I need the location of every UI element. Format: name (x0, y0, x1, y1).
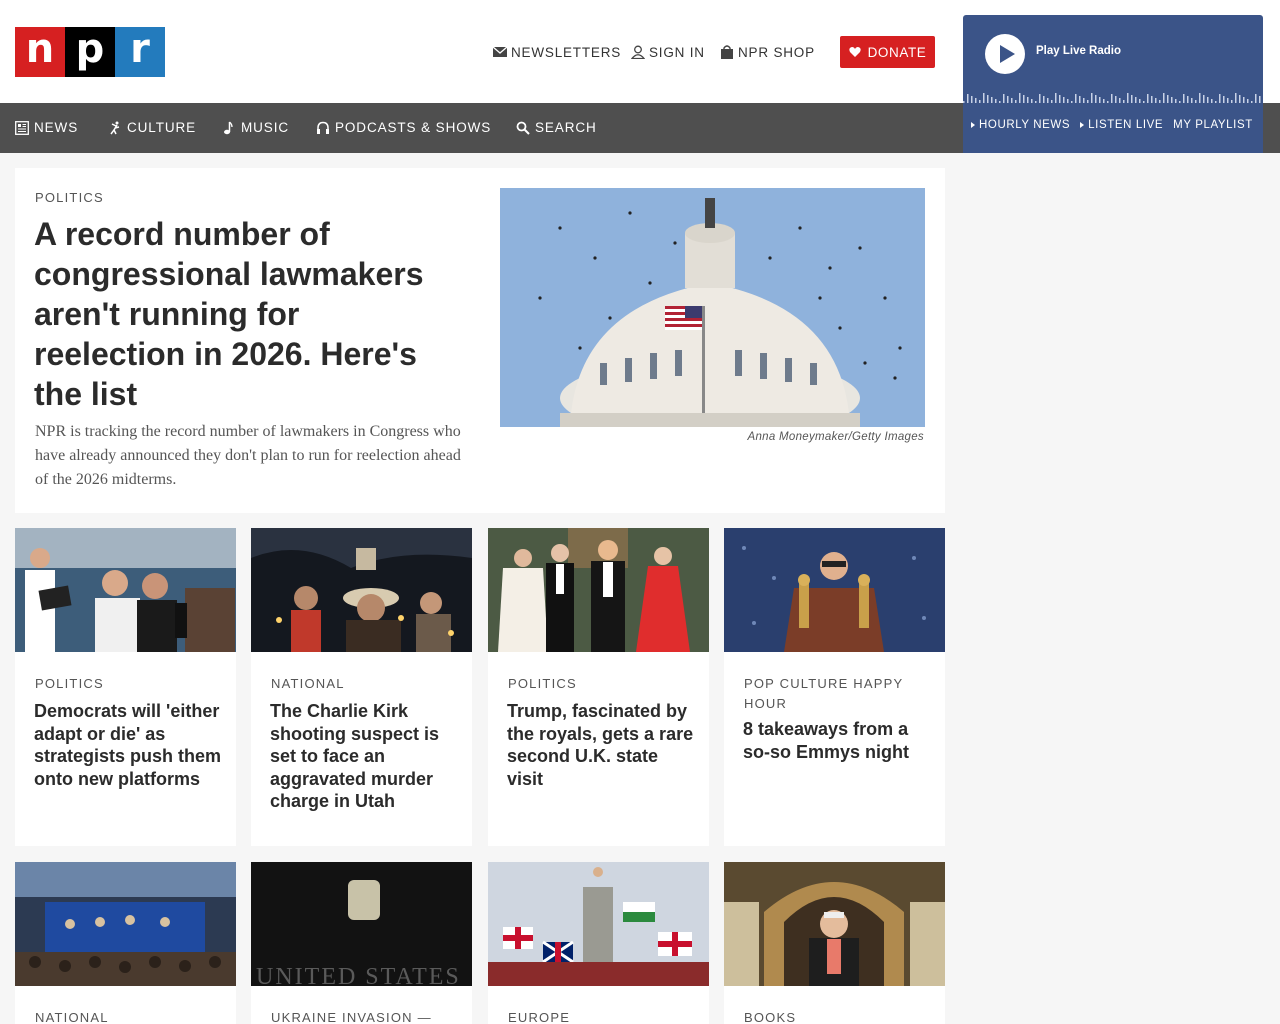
newsletters-link[interactable]: Newsletters (493, 42, 621, 62)
play-triangle-icon (971, 122, 975, 128)
nav-bar-edge (1263, 103, 1280, 153)
shopping-bag-icon (721, 45, 733, 59)
player-links: Hourly News Listen Live My Playlist (963, 119, 1263, 131)
my-playlist-label: My Playlist (1173, 119, 1253, 131)
play-triangle-icon (1080, 122, 1085, 128)
story-kicker[interactable]: Ukraine invasion — (271, 1008, 461, 1024)
nav-culture-label: Culture (127, 120, 197, 135)
play-live-radio-label[interactable]: Play Live Radio (1036, 45, 1121, 57)
story-image[interactable] (488, 528, 709, 652)
hero-story: Politics A record number of congressiona… (15, 168, 945, 513)
dancer-icon (110, 121, 120, 134)
listen-live-link[interactable]: Listen Live (1080, 119, 1163, 131)
nav-item-news[interactable]: News (15, 120, 78, 135)
story-title[interactable]: Democrats will 'either adapt or die' as … (34, 700, 224, 790)
story-image[interactable] (251, 528, 472, 652)
search-icon (516, 121, 530, 135)
story-card[interactable]: UNITED STATES Ukraine invasion — (251, 862, 472, 1024)
npr-shop-label: NPR Shop (738, 44, 815, 60)
heart-icon (848, 47, 861, 57)
svg-text:UNITED STATES: UNITED STATES (256, 964, 461, 986)
live-radio-player: Play Live Radio Hourly News Listen Live … (963, 15, 1263, 153)
logo-letter-n: n (15, 27, 65, 77)
npr-shop-link[interactable]: NPR Shop (720, 42, 815, 62)
story-image[interactable] (15, 862, 236, 986)
story-card[interactable]: National The Charlie Kirk shooting suspe… (251, 528, 472, 846)
story-image[interactable] (15, 528, 236, 652)
nav-podcasts-label: Podcasts & Shows (335, 120, 492, 135)
headphones-icon (317, 121, 329, 134)
hourly-news-label: Hourly News (979, 119, 1071, 131)
hero-title[interactable]: A record number of congressional lawmake… (34, 214, 454, 414)
story-kicker[interactable]: Politics (508, 674, 698, 694)
hourly-news-link[interactable]: Hourly News (971, 119, 1070, 131)
sign-in-link[interactable]: Sign In (631, 42, 705, 62)
hero-photo-credit: Anna Moneymaker/Getty Images (747, 431, 924, 443)
nav-item-culture[interactable]: Culture (108, 120, 196, 135)
newsletters-label: Newsletters (511, 44, 622, 60)
nav-music-label: Music (241, 120, 289, 135)
story-kicker[interactable]: Politics (35, 674, 225, 694)
story-kicker[interactable]: National (271, 674, 461, 694)
story-title[interactable]: The Charlie Kirk shooting suspect is set… (270, 700, 460, 813)
sign-in-label: Sign In (649, 44, 705, 60)
story-image[interactable] (724, 528, 945, 652)
hero-teaser: NPR is tracking the record number of law… (35, 423, 461, 488)
music-note-icon (224, 120, 233, 134)
nav-search-label: Search (535, 120, 597, 135)
story-card[interactable]: Books (724, 862, 945, 1024)
envelope-icon (493, 46, 507, 57)
nav-item-podcasts[interactable]: Podcasts & Shows (316, 120, 491, 135)
story-card[interactable]: Europe (488, 862, 709, 1024)
play-button[interactable] (985, 34, 1025, 74)
nav-item-search[interactable]: Search (516, 120, 597, 135)
main-nav: News Culture Music Podcasts & Shows Sear… (0, 103, 963, 153)
story-kicker[interactable]: National (35, 1008, 225, 1024)
story-card[interactable]: National (15, 862, 236, 1024)
story-title[interactable]: Trump, fascinated by the royals, gets a … (507, 700, 697, 790)
donate-label: Donate (867, 44, 927, 60)
story-card[interactable]: Politics Democrats will 'either adapt or… (15, 528, 236, 846)
news-icon (15, 120, 29, 135)
user-icon (631, 45, 645, 59)
story-card[interactable]: Politics Trump, fascinated by the royals… (488, 528, 709, 846)
story-kicker[interactable]: Europe (508, 1008, 698, 1024)
story-image[interactable] (488, 862, 709, 986)
story-kicker[interactable]: Books (744, 1008, 934, 1024)
listen-live-label: Listen Live (1088, 119, 1164, 131)
story-image[interactable] (724, 862, 945, 986)
hero-image-capitol[interactable] (500, 188, 925, 427)
nav-item-music[interactable]: Music (222, 120, 289, 135)
story-card[interactable]: Pop Culture Happy Hour 8 takeaways from … (724, 528, 945, 846)
donate-button[interactable]: Donate (840, 36, 935, 68)
story-image[interactable]: UNITED STATES (251, 862, 472, 986)
my-playlist-link[interactable]: My Playlist (1173, 119, 1253, 131)
story-kicker[interactable]: Pop Culture Happy Hour (744, 674, 934, 714)
audio-waveform-icon (963, 93, 1261, 103)
logo-letter-p: p (65, 27, 115, 77)
nav-news-label: News (34, 120, 79, 135)
story-title[interactable]: 8 takeaways from a so-so Emmys night (743, 718, 933, 763)
logo-letter-r: r (115, 27, 165, 77)
npr-logo[interactable]: n p r (15, 27, 165, 77)
hero-kicker[interactable]: Politics (35, 190, 104, 205)
